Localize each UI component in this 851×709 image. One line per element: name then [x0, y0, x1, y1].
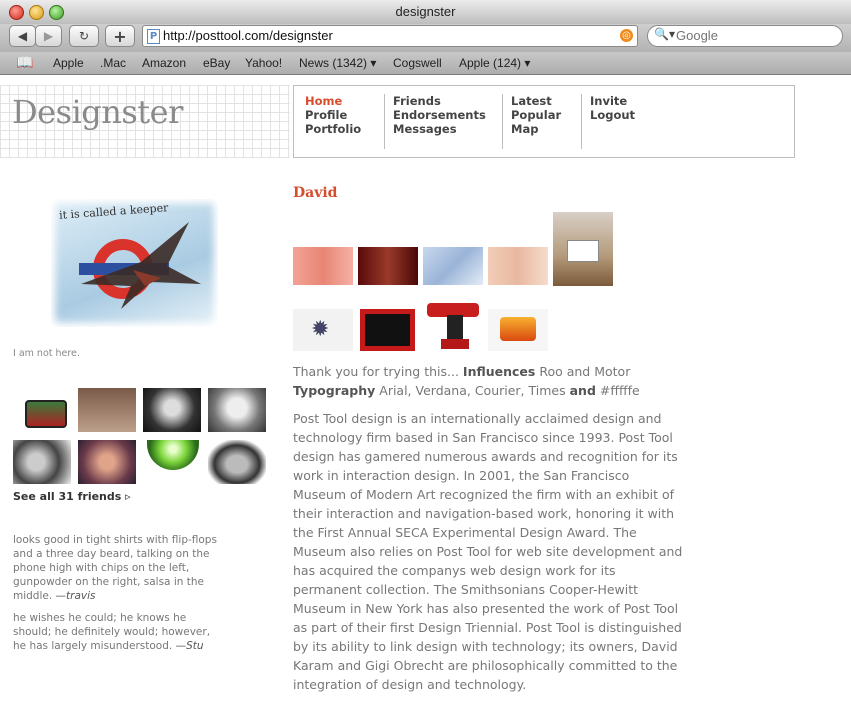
- nav-column: Friends Endorsements Messages: [393, 94, 486, 136]
- portfolio-thumbnail[interactable]: [553, 212, 613, 286]
- search-input[interactable]: [676, 28, 826, 43]
- search-icon[interactable]: 🔍▾: [654, 27, 675, 41]
- plus-icon: +: [113, 26, 127, 46]
- window-title: designster: [395, 4, 456, 19]
- profile-bio: Post Tool design is an internationally a…: [293, 411, 683, 692]
- portfolio-thumbnail[interactable]: [358, 247, 418, 285]
- star-icon: ✹: [311, 317, 330, 342]
- bookmark-item[interactable]: Yahoo!: [245, 56, 282, 70]
- bookmarks-book-icon[interactable]: 📖: [16, 54, 33, 71]
- see-all-label: See all 31 friends: [13, 490, 122, 503]
- friend-thumbnail[interactable]: [13, 388, 71, 432]
- influences-value: Roo and Motor: [539, 364, 631, 379]
- nav-profile[interactable]: Profile: [305, 108, 361, 122]
- address-bar[interactable]: P http://posttool.com/designster ◎: [142, 25, 638, 47]
- image-caption: I am not here.: [13, 348, 80, 359]
- logo-grid-area: Designster: [0, 85, 290, 158]
- window-titlebar: designster: [0, 0, 851, 25]
- arrow-right-icon: ▹: [125, 490, 131, 503]
- quote-text: looks good in tight shirts with flip-flo…: [13, 534, 217, 602]
- friend-thumbnail[interactable]: [208, 388, 266, 432]
- swallow-icon: [81, 222, 201, 309]
- featured-image[interactable]: it is called a keeper: [13, 179, 253, 345]
- bookmarks-bar: 📖 Apple .Mac Amazon eBay Yahoo! News (13…: [0, 52, 851, 75]
- nav-friends[interactable]: Friends: [393, 94, 486, 108]
- back-arrow-icon: ◀: [17, 29, 28, 43]
- friend-thumbnail[interactable]: [78, 388, 136, 432]
- friend-thumbnail[interactable]: [143, 388, 201, 432]
- web-page: Designster Home Profile Portfolio Friend…: [0, 75, 851, 709]
- add-bookmark-button[interactable]: +: [105, 25, 135, 47]
- bookmark-item[interactable]: Amazon: [142, 56, 186, 70]
- typography-label: Typography: [293, 383, 376, 398]
- reload-button[interactable]: ↻: [69, 25, 99, 47]
- endorsement-quote: looks good in tight shirts with flip-flo…: [13, 533, 218, 603]
- see-all-friends-link[interactable]: See all 31 friends ▹: [13, 490, 131, 503]
- endorsement-quote: he wishes he could; he knows he should; …: [13, 611, 218, 653]
- back-button[interactable]: ◀: [9, 25, 36, 47]
- portfolio-thumbnail[interactable]: [423, 247, 483, 285]
- portfolio-thumbnail[interactable]: [488, 247, 548, 285]
- url-text[interactable]: http://posttool.com/designster: [163, 28, 333, 43]
- site-nav: Home Profile Portfolio Friends Endorseme…: [293, 85, 795, 158]
- portfolio-thumbnail[interactable]: ✹: [293, 309, 353, 351]
- intro-lead: Thank you for trying this...: [293, 364, 459, 379]
- nav-popular[interactable]: Popular: [511, 108, 561, 122]
- bookmark-item[interactable]: .Mac: [100, 56, 126, 70]
- nav-invite[interactable]: Invite: [590, 94, 635, 108]
- portfolio-thumbnail[interactable]: [488, 309, 548, 351]
- friend-thumbnail[interactable]: [208, 440, 266, 484]
- friend-thumbnail[interactable]: [13, 440, 71, 484]
- swallow-image: it is called a keeper: [51, 199, 218, 327]
- nav-divider: [384, 94, 385, 149]
- portfolio-thumbnail[interactable]: [360, 309, 415, 351]
- page-favicon-icon: P: [147, 29, 160, 44]
- influences-label: Influences: [462, 364, 536, 379]
- portfolio-thumbnail[interactable]: [423, 293, 483, 351]
- search-field[interactable]: 🔍▾: [647, 25, 843, 47]
- and-label: and: [569, 383, 596, 398]
- forward-arrow-icon: ▶: [43, 29, 54, 43]
- bookmark-item[interactable]: Apple: [53, 56, 84, 70]
- nav-column: Home Profile Portfolio: [305, 94, 361, 136]
- bookmark-item[interactable]: Cogswell: [393, 56, 442, 70]
- nav-messages[interactable]: Messages: [393, 122, 486, 136]
- browser-toolbar: ◀ ▶ ↻ + P http://posttool.com/designster…: [0, 24, 851, 52]
- typography-value: Arial, Verdana, Courier, Times: [379, 383, 566, 398]
- typography-color: #fffffe: [599, 383, 640, 398]
- reload-icon: ↻: [78, 29, 90, 43]
- quote-author[interactable]: —travis: [56, 590, 96, 602]
- bookmark-menu[interactable]: Apple (124) ▾: [459, 56, 530, 70]
- profile-name: David: [293, 185, 338, 201]
- nav-column: Latest Popular Map: [511, 94, 561, 136]
- nav-map[interactable]: Map: [511, 122, 561, 136]
- nav-divider: [581, 94, 582, 149]
- nav-latest[interactable]: Latest: [511, 94, 561, 108]
- nav-divider: [502, 94, 503, 149]
- bookmark-item[interactable]: eBay: [203, 56, 230, 70]
- nav-home[interactable]: Home: [305, 94, 361, 108]
- nav-column: Invite Logout: [590, 94, 635, 122]
- profile-intro: Thank you for trying this... Influences …: [293, 362, 683, 400]
- bookmark-menu[interactable]: News (1342) ▾: [299, 56, 376, 70]
- portfolio-thumbnail[interactable]: [293, 247, 353, 285]
- friend-thumbnail[interactable]: [78, 440, 136, 484]
- nav-portfolio[interactable]: Portfolio: [305, 122, 361, 136]
- nav-logout[interactable]: Logout: [590, 108, 635, 122]
- forward-button[interactable]: ▶: [35, 25, 62, 47]
- nav-endorsements[interactable]: Endorsements: [393, 108, 486, 122]
- friend-thumbnail[interactable]: [143, 440, 201, 484]
- site-logo[interactable]: Designster: [12, 93, 183, 131]
- rss-icon[interactable]: ◎: [620, 29, 633, 42]
- quote-author[interactable]: —Stu: [176, 640, 204, 652]
